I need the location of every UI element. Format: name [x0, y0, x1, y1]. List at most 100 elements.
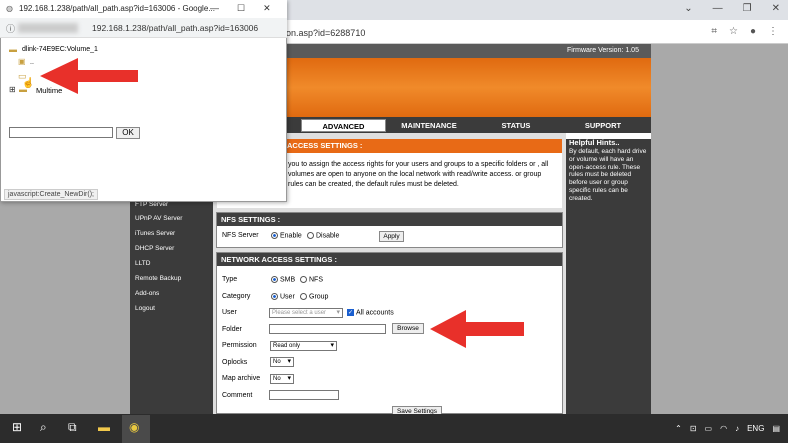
popup-url: 192.168.1.238/path/all_path.asp?id=16300… [92, 23, 259, 33]
red-arrow-folder [40, 58, 138, 94]
tree-root[interactable]: dlink-74E9EC:Volume_1 [22, 46, 98, 53]
smb-radio[interactable] [271, 276, 278, 283]
tab-search-icon[interactable]: ⌄ [684, 3, 692, 14]
hints-title: Helpful Hints.. [569, 138, 620, 147]
minimize-button[interactable]: — [713, 3, 723, 14]
popup-maximize-button[interactable]: ☐ [237, 3, 245, 14]
comment-input[interactable] [269, 390, 339, 400]
permission-label: Permission [222, 342, 257, 349]
expand-icon[interactable]: ⊞ [9, 85, 16, 94]
system-tray: ⌃ ⊡ ▭ ◠ ♪ ENG ▤ [675, 424, 780, 433]
nav-upnp-av-server[interactable]: UPnP AV Server [135, 215, 182, 222]
nav-logout[interactable]: Logout [135, 305, 155, 312]
tab-advanced[interactable]: ADVANCED [301, 119, 386, 132]
nfs-enable-option[interactable]: Enable [271, 232, 302, 239]
user-select[interactable]: Please select a user [269, 308, 343, 318]
volume-icon[interactable]: ♪ [735, 424, 739, 433]
star-icon[interactable]: ☆ [729, 26, 738, 37]
nav-dhcp-server[interactable]: DHCP Server [135, 245, 174, 252]
nfs-header: NFS SETTINGS : [217, 213, 562, 226]
user-label: User [222, 309, 237, 316]
browse-button[interactable]: Browse [392, 323, 424, 334]
window-controls: ⌄ — ❐ ✕ [684, 3, 780, 14]
popup-title: 192.168.1.238/path/all_path.asp?id=16300… [19, 4, 215, 13]
map-archive-select[interactable]: No [270, 374, 294, 384]
nfs-label: NFS [309, 276, 323, 284]
ok-button[interactable]: OK [116, 127, 140, 139]
firmware-version: Firmware Version: 1.05 [567, 47, 639, 54]
type-nfs-option[interactable]: NFS [300, 276, 323, 283]
folder-label: Folder [222, 326, 242, 333]
nfs-radio[interactable] [300, 276, 307, 283]
hints-text: By default, each hard drive or volume wi… [569, 148, 647, 202]
red-arrow-browse [430, 310, 524, 348]
tree-parent-dir[interactable]: .. [30, 59, 34, 66]
tab-maintenance[interactable]: MAINTENANCE [391, 119, 467, 132]
popup-minimize-button[interactable]: — [210, 3, 219, 14]
user-radio[interactable] [271, 293, 278, 300]
type-smb-option[interactable]: SMB [271, 276, 295, 283]
group-radio[interactable] [300, 293, 307, 300]
globe-icon: ◍ [6, 4, 13, 13]
wifi-icon[interactable]: ◠ [720, 424, 727, 433]
popup-url-blurred [18, 23, 78, 33]
search-icon[interactable]: ⌕ [40, 420, 47, 435]
notification-icon[interactable]: ▤ [772, 424, 780, 433]
nav-ftp-server[interactable]: FTP Server [135, 201, 168, 208]
all-accounts-option[interactable]: ✓ All accounts [347, 309, 394, 316]
menu-icon[interactable]: ⋮ [768, 26, 778, 37]
nav-remote-backup[interactable]: Remote Backup [135, 275, 181, 282]
map-archive-label: Map archive [222, 375, 261, 382]
task-view-icon[interactable]: ⧉ [68, 420, 77, 435]
nav-lltd[interactable]: LLTD [135, 260, 150, 267]
comment-label: Comment [222, 392, 253, 399]
category-label: Category [222, 293, 251, 300]
nfs-disable-label: Disable [316, 232, 340, 240]
nfs-enable-label: Enable [280, 232, 302, 240]
folder-icon: ▬ [9, 45, 17, 54]
new-folder-input[interactable] [9, 127, 113, 138]
oplocks-select[interactable]: No [270, 357, 294, 367]
tab-support[interactable]: SUPPORT [565, 119, 641, 132]
folder-up-icon: ▣ [18, 57, 26, 66]
folder-icon-multimedia: ▬ [19, 85, 27, 94]
popup-status-bar: javascript:Create_NewDir(); [4, 189, 98, 200]
popup-close-button[interactable]: ✕ [263, 3, 271, 14]
nfs-disable-option[interactable]: Disable [307, 232, 339, 239]
maximize-button[interactable]: ❐ [743, 3, 752, 14]
all-accounts-label: All accounts [356, 309, 394, 317]
profile-icon[interactable]: ● [750, 26, 756, 37]
tab-status[interactable]: STATUS [473, 119, 559, 132]
info-icon[interactable]: ⓘ [6, 22, 15, 35]
translate-icon[interactable]: ⌗ [711, 26, 717, 37]
category-user-option[interactable]: User [271, 293, 295, 300]
nav-add-ons[interactable]: Add-ons [135, 290, 159, 297]
network-access-header: NETWORK ACCESS SETTINGS : [217, 253, 562, 266]
popup-window-controls: — ☐ ✕ [210, 3, 271, 14]
close-button[interactable]: ✕ [772, 3, 780, 14]
category-group-option[interactable]: Group [300, 293, 328, 300]
folder-input[interactable] [269, 324, 386, 334]
nfs-server-label: NFS Server [222, 232, 259, 239]
user-option-label: User [280, 293, 295, 301]
nav-itunes-server[interactable]: iTunes Server [135, 230, 175, 237]
file-explorer-icon[interactable]: ▬ [98, 420, 110, 434]
browser-toolbar-icons: ⌗ ☆ ● ⋮ [711, 26, 778, 37]
nfs-enable-radio[interactable] [271, 232, 278, 239]
permission-select[interactable]: Read only [270, 341, 337, 351]
nfs-disable-radio[interactable] [307, 232, 314, 239]
chrome-icon[interactable]: ◉ [129, 420, 139, 434]
all-accounts-checkbox[interactable]: ✓ [347, 309, 354, 316]
smb-label: SMB [280, 276, 296, 284]
apply-button[interactable]: Apply [379, 231, 404, 242]
network-icon[interactable]: ⊡ [690, 424, 697, 433]
tray-chevron-icon[interactable]: ⌃ [675, 424, 682, 433]
taskbar [0, 414, 788, 443]
address-url[interactable]: on.asp?id=6288710 [286, 28, 365, 38]
battery-icon[interactable]: ▭ [705, 424, 713, 433]
group-option-label: Group [309, 293, 329, 301]
windows-start-icon[interactable]: ⊞ [12, 420, 22, 434]
language-indicator[interactable]: ENG [747, 424, 764, 433]
type-label: Type [222, 276, 238, 283]
access-description: you to assign the access rights for your… [288, 161, 549, 188]
